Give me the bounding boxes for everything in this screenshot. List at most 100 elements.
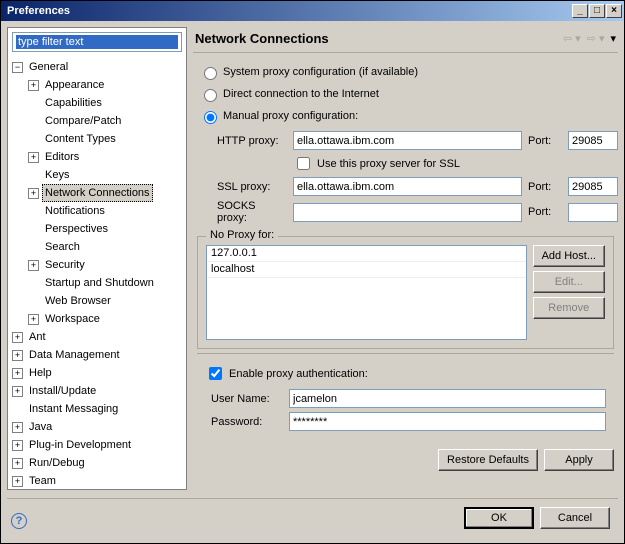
tree-item[interactable]: +Editors xyxy=(8,148,186,166)
tree-item-label: Install/Update xyxy=(26,382,99,400)
socks-port-label: Port: xyxy=(528,206,562,218)
filter-box[interactable] xyxy=(12,32,182,52)
tree-item-label: Appearance xyxy=(42,76,107,94)
tree-item[interactable]: +Network Connections xyxy=(8,184,186,202)
ssl-port-input[interactable] xyxy=(568,177,618,196)
expand-icon xyxy=(28,134,39,145)
tree-item-label: Ant xyxy=(26,328,49,346)
tree-item-label: Web Browser xyxy=(42,292,114,310)
expand-icon[interactable]: + xyxy=(12,440,23,451)
add-host-button[interactable]: Add Host... xyxy=(533,245,605,267)
tree-item[interactable]: +Team xyxy=(8,472,186,489)
apply-button[interactable]: Apply xyxy=(544,449,614,471)
tree-item-label: Plug-in Development xyxy=(26,436,134,454)
tree-item-label: Capabilities xyxy=(42,94,105,112)
cancel-button[interactable]: Cancel xyxy=(540,507,610,529)
tree-item[interactable]: +Run/Debug xyxy=(8,454,186,472)
use-for-ssl-checkbox[interactable] xyxy=(297,157,310,170)
expand-icon[interactable]: + xyxy=(12,386,23,397)
maximize-button[interactable]: □ xyxy=(589,4,605,18)
tree-item[interactable]: +Data Management xyxy=(8,346,186,364)
tree-item[interactable]: +Java xyxy=(8,418,186,436)
user-input[interactable] xyxy=(289,389,606,408)
expand-icon xyxy=(28,170,39,181)
back-icon[interactable]: ⇦ ▾ xyxy=(563,32,581,45)
expand-icon xyxy=(28,224,39,235)
ok-button[interactable]: OK xyxy=(464,507,534,529)
tree-item[interactable]: +Ant xyxy=(8,328,186,346)
close-button[interactable]: × xyxy=(606,4,622,18)
tree-item[interactable]: +Install/Update xyxy=(8,382,186,400)
radio-manual[interactable] xyxy=(204,111,217,124)
collapse-icon[interactable]: − xyxy=(12,62,23,73)
no-proxy-list[interactable]: 127.0.0.1localhost xyxy=(206,245,527,340)
tree-item[interactable]: +Plug-in Development xyxy=(8,436,186,454)
restore-defaults-button[interactable]: Restore Defaults xyxy=(438,449,538,471)
pass-label: Password: xyxy=(211,416,283,428)
forward-icon[interactable]: ⇨ ▾ xyxy=(587,32,605,45)
tree-item-label: Workspace xyxy=(42,310,103,328)
tree-item[interactable]: +Security xyxy=(8,256,186,274)
radio-system-proxy[interactable] xyxy=(204,67,217,80)
pass-input[interactable] xyxy=(289,412,606,431)
filter-input[interactable] xyxy=(16,35,178,49)
help-icon[interactable]: ? xyxy=(11,513,27,529)
expand-icon[interactable]: + xyxy=(12,368,23,379)
enable-auth-label: Enable proxy authentication: xyxy=(229,368,368,380)
tree-item[interactable]: Web Browser xyxy=(8,292,186,310)
tree-item[interactable]: Content Types xyxy=(8,130,186,148)
expand-icon[interactable]: + xyxy=(12,476,23,487)
category-tree[interactable]: −General+AppearanceCapabilitiesCompare/P… xyxy=(8,56,186,489)
http-port-input[interactable] xyxy=(568,131,618,150)
menu-icon[interactable]: ▾ xyxy=(610,32,616,45)
expand-icon xyxy=(12,404,23,415)
expand-icon[interactable]: + xyxy=(12,332,23,343)
tree-item[interactable]: Search xyxy=(8,238,186,256)
tree-item-label: General xyxy=(26,58,71,76)
http-host-input[interactable] xyxy=(293,131,522,150)
expand-icon xyxy=(28,206,39,217)
tree-item[interactable]: +Workspace xyxy=(8,310,186,328)
tree-item[interactable]: +Appearance xyxy=(8,76,186,94)
expand-icon[interactable]: + xyxy=(12,350,23,361)
expand-icon[interactable]: + xyxy=(28,80,39,91)
radio-direct[interactable] xyxy=(204,89,217,102)
user-label: User Name: xyxy=(211,393,283,405)
category-panel: −General+AppearanceCapabilitiesCompare/P… xyxy=(7,27,187,490)
tree-item[interactable]: Perspectives xyxy=(8,220,186,238)
tree-item[interactable]: Notifications xyxy=(8,202,186,220)
tree-item-label: Keys xyxy=(42,166,72,184)
ssl-port-label: Port: xyxy=(528,181,562,193)
radio-manual-label: Manual proxy configuration: xyxy=(223,110,358,122)
expand-icon[interactable]: + xyxy=(12,422,23,433)
tree-item-label: Security xyxy=(42,256,88,274)
expand-icon[interactable]: + xyxy=(12,458,23,469)
expand-icon xyxy=(28,296,39,307)
list-item[interactable]: localhost xyxy=(207,262,526,278)
tree-item[interactable]: Startup and Shutdown xyxy=(8,274,186,292)
titlebar[interactable]: Preferences _ □ × xyxy=(1,1,624,21)
tree-item-label: Perspectives xyxy=(42,220,111,238)
tree-item[interactable]: Instant Messaging xyxy=(8,400,186,418)
tree-item[interactable]: Compare/Patch xyxy=(8,112,186,130)
tree-item-label: Compare/Patch xyxy=(42,112,124,130)
socks-host-input[interactable] xyxy=(293,203,522,222)
expand-icon[interactable]: + xyxy=(28,260,39,271)
tree-item-label: Java xyxy=(26,418,55,436)
radio-system-label: System proxy configuration (if available… xyxy=(223,66,418,78)
list-item[interactable]: 127.0.0.1 xyxy=(207,246,526,262)
minimize-button[interactable]: _ xyxy=(572,4,588,18)
use-for-ssl-label: Use this proxy server for SSL xyxy=(317,158,460,170)
socks-port-input[interactable] xyxy=(568,203,618,222)
expand-icon[interactable]: + xyxy=(28,152,39,163)
tree-item[interactable]: +Help xyxy=(8,364,186,382)
enable-auth-checkbox[interactable] xyxy=(209,367,222,380)
tree-item[interactable]: Keys xyxy=(8,166,186,184)
expand-icon[interactable]: + xyxy=(28,188,39,199)
tree-item-label: Search xyxy=(42,238,83,256)
ssl-host-input[interactable] xyxy=(293,177,522,196)
tree-item[interactable]: Capabilities xyxy=(8,94,186,112)
tree-item-label: Editors xyxy=(42,148,82,166)
tree-item[interactable]: −General xyxy=(8,58,186,76)
expand-icon[interactable]: + xyxy=(28,314,39,325)
